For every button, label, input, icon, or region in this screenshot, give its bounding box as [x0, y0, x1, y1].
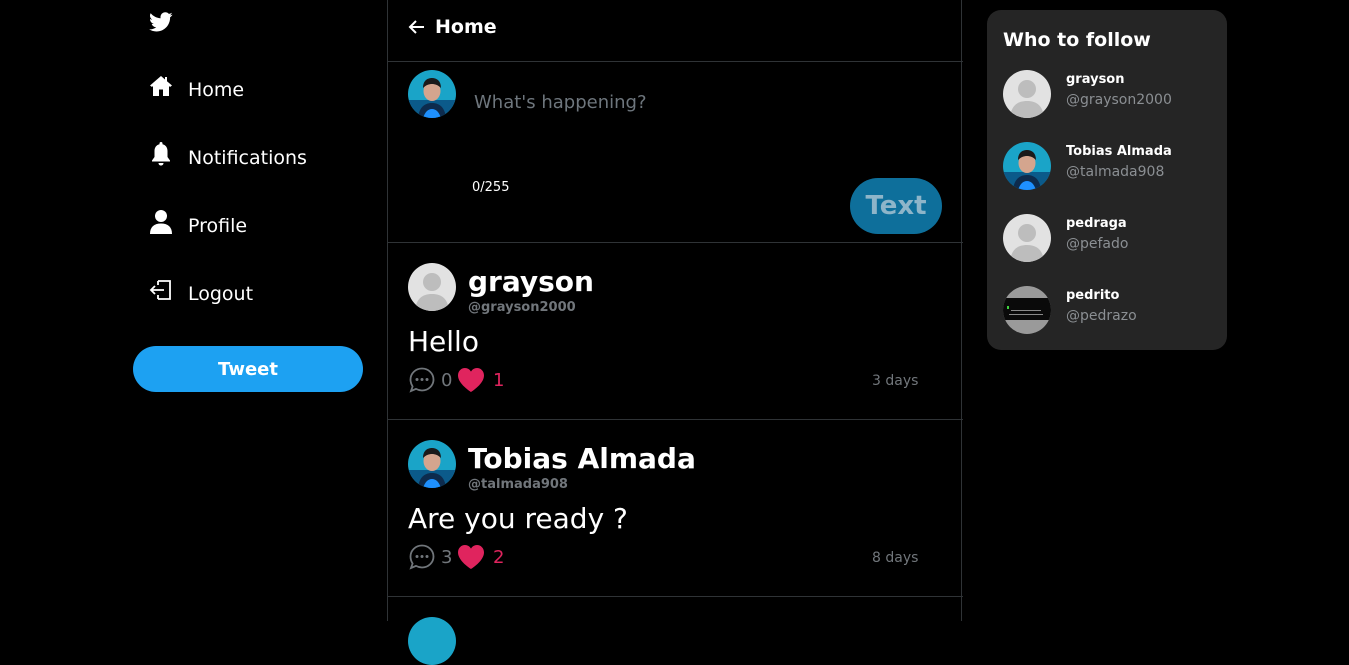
tweet-author-name[interactable]: grayson	[468, 265, 594, 298]
avatar	[1003, 70, 1051, 118]
comment-icon[interactable]	[408, 366, 436, 394]
panel-title: Who to follow	[1003, 29, 1151, 51]
back-arrow-icon[interactable]	[408, 18, 428, 38]
heart-icon[interactable]	[457, 544, 485, 570]
tweet-timestamp: 3 days	[872, 373, 919, 389]
sidebar-item-label: Home	[188, 79, 245, 101]
main-column: Home 0/255 Text grayson @grayson2	[387, 0, 963, 665]
tweet-text: Are you ready ?	[408, 502, 628, 535]
tweet-timestamp: 8 days	[872, 550, 919, 566]
bell-icon	[148, 141, 174, 167]
tweet-author-handle[interactable]: @talmada908	[468, 477, 568, 492]
who-to-follow-panel: Who to follow grayson @grayson2000 Tobia…	[987, 10, 1227, 350]
sidebar-item-label: Notifications	[188, 147, 307, 169]
follow-suggestion[interactable]: pedraga @pefado	[1003, 214, 1213, 264]
character-counter: 0/255	[472, 180, 510, 195]
follow-suggestion[interactable]: pedrito @pedrazo	[1003, 286, 1213, 336]
submit-tweet-button[interactable]: Text	[850, 178, 942, 234]
tweet-card[interactable]: Tobias Almada @talmada908 Are you ready …	[388, 420, 963, 597]
follow-suggestion[interactable]: Tobias Almada @talmada908	[1003, 142, 1213, 192]
comment-count: 3	[441, 547, 453, 568]
avatar[interactable]	[408, 617, 456, 665]
like-count: 2	[493, 547, 505, 568]
tweet-button[interactable]: Tweet	[133, 346, 363, 392]
follow-suggestion[interactable]: grayson @grayson2000	[1003, 70, 1213, 120]
tweet-card[interactable]: grayson @grayson2000 Hello 0 1 3 days	[388, 243, 963, 420]
follow-handle: @pedrazo	[1066, 308, 1137, 324]
sidebar-item-logout[interactable]: Logout	[148, 274, 253, 314]
tweet-text: Hello	[408, 325, 479, 358]
avatar[interactable]	[408, 70, 456, 118]
sidebar-item-home[interactable]: Home	[148, 70, 244, 110]
avatar[interactable]	[408, 263, 456, 311]
main-header: Home	[388, 0, 963, 62]
user-icon	[148, 209, 174, 235]
sidebar-nav: Home Notifications Profile Logout Tweet	[0, 0, 387, 621]
avatar	[1003, 142, 1051, 190]
logout-icon	[148, 277, 174, 303]
follow-handle: @pefado	[1066, 236, 1129, 252]
like-count: 1	[493, 370, 505, 391]
tweet-input[interactable]	[472, 86, 916, 118]
tweet-composer: 0/255 Text	[388, 62, 963, 243]
sidebar-item-notifications[interactable]: Notifications	[148, 138, 307, 178]
twitter-logo-icon[interactable]	[148, 10, 174, 34]
avatar	[1003, 286, 1051, 334]
avatar	[1003, 214, 1051, 262]
avatar[interactable]	[408, 440, 456, 488]
sidebar-item-label: Logout	[188, 283, 254, 305]
follow-name: pedrito	[1066, 288, 1120, 303]
follow-handle: @grayson2000	[1066, 92, 1172, 108]
tweet-author-handle[interactable]: @grayson2000	[468, 300, 576, 315]
follow-name: grayson	[1066, 72, 1125, 87]
follow-name: pedraga	[1066, 216, 1127, 231]
tweet-author-name[interactable]: Tobias Almada	[468, 442, 696, 475]
sidebar-item-label: Profile	[188, 215, 248, 237]
heart-icon[interactable]	[457, 367, 485, 393]
page-title: Home	[435, 16, 497, 38]
follow-name: Tobias Almada	[1066, 144, 1172, 159]
home-icon	[148, 73, 174, 99]
comment-icon[interactable]	[408, 543, 436, 571]
comment-count: 0	[441, 370, 453, 391]
sidebar-item-profile[interactable]: Profile	[148, 206, 247, 246]
follow-handle: @talmada908	[1066, 164, 1165, 180]
